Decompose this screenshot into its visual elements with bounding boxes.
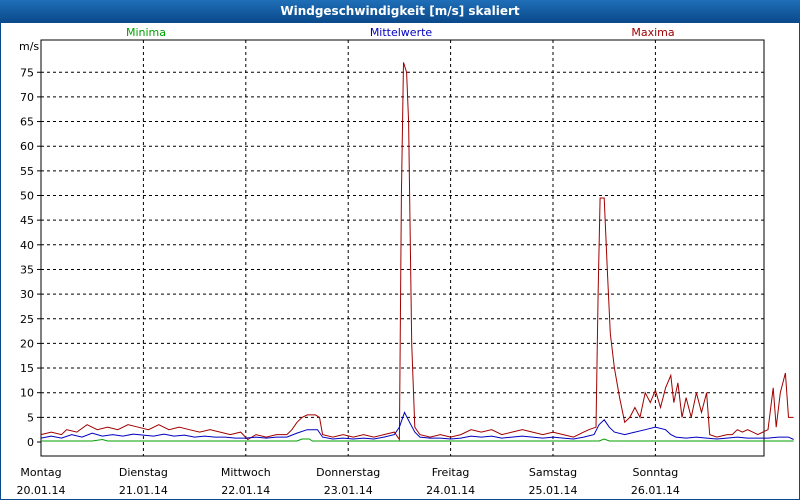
x-tick-day: Samstag <box>529 466 577 479</box>
x-tick-day: Freitag <box>432 466 470 479</box>
x-tick-date: 23.01.14 <box>324 484 373 497</box>
wind-speed-chart: 0 5 10 15 20 25 30 35 40 45 50 55 60 65 70 75 m/s Montag 2… <box>17 26 794 497</box>
x-tick-date: 22.01.14 <box>221 484 270 497</box>
y-tick-label: 25 <box>20 313 34 326</box>
y-tick-label: 5 <box>27 411 34 424</box>
x-tick-day: Dienstag <box>119 466 168 479</box>
y-tick-label: 0 <box>27 436 34 449</box>
y-tick-label: 75 <box>20 66 34 79</box>
x-tick-day: Sonntag <box>633 466 679 479</box>
x-tick-date: 24.01.14 <box>426 484 475 497</box>
x-tick-date: 20.01.14 <box>17 484 66 497</box>
y-tick-label: 35 <box>20 263 34 276</box>
x-tick-day: Montag <box>20 466 61 479</box>
x-tick-date: 26.01.14 <box>631 484 680 497</box>
chart-frame: 0 5 10 15 20 25 30 35 40 45 50 55 60 65 70 75 m/s Montag 2… <box>0 22 800 500</box>
y-tick-label: 60 <box>20 140 34 153</box>
y-tick-label: 70 <box>20 91 34 104</box>
x-tick-date: 21.01.14 <box>119 484 168 497</box>
y-tick-label: 40 <box>20 239 34 252</box>
x-tick-day: Mittwoch <box>221 466 271 479</box>
y-tick-label: 50 <box>20 190 34 203</box>
window-title: Windgeschwindigkeit [m/s] skaliert <box>280 4 520 18</box>
y-tick-label: 20 <box>20 337 34 350</box>
y-axis-label: m/s <box>19 40 39 53</box>
legend-maxima: Maxima <box>631 26 674 39</box>
legend-mittelwerte: Mittelwerte <box>370 26 433 39</box>
y-tick-label: 10 <box>20 387 34 400</box>
y-tick-label: 65 <box>20 116 34 129</box>
legend-minima: Minima <box>126 26 166 39</box>
y-tick-label: 30 <box>20 288 34 301</box>
y-tick-label: 45 <box>20 214 34 227</box>
y-tick-label: 15 <box>20 362 34 375</box>
x-tick-day: Donnerstag <box>316 466 380 479</box>
window-title-bar: Windgeschwindigkeit [m/s] skaliert <box>0 0 800 22</box>
x-tick-date: 25.01.14 <box>529 484 578 497</box>
y-tick-label: 55 <box>20 165 34 178</box>
